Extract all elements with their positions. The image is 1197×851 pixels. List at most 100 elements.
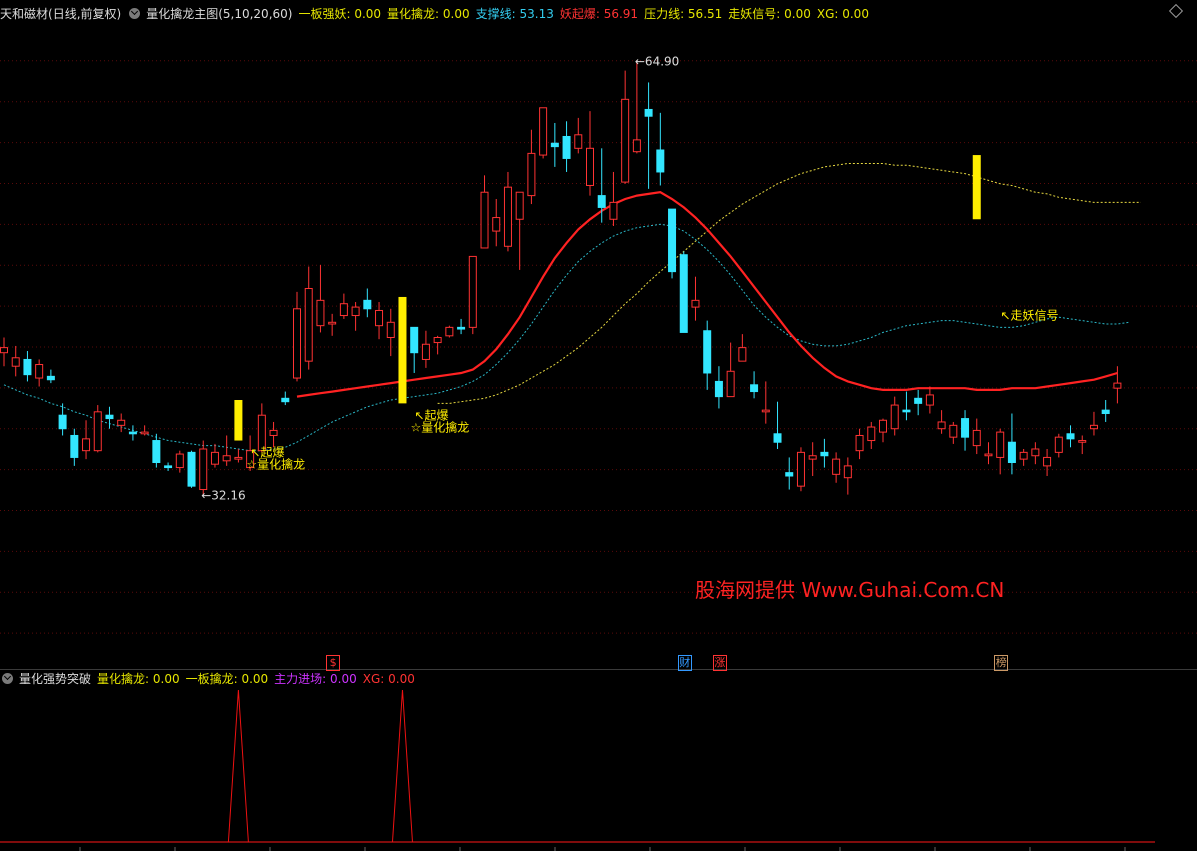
candle-body [11,357,20,367]
watermark-text: 股海网提供 Www.Guhai.Com.CN [695,578,1005,602]
candle-body [339,303,348,317]
candle-body [351,306,360,317]
candle-body [175,453,184,469]
annotation-label: ↖走妖信号 [1000,309,1058,323]
candle-body [117,419,126,426]
candle-body [996,431,1005,458]
candle-body [93,411,102,452]
candle-body [656,149,665,173]
candle-body [925,394,934,406]
sub-indicator-value-0: 量化擒龙: 0.00 [97,672,180,686]
ma-cyan-line [3,223,1130,452]
sub-peak-line [227,689,249,843]
candle-body [386,321,395,339]
signal-bar [234,400,243,441]
candle-body [222,455,231,462]
candle-body [574,134,583,149]
candle-body [210,451,219,465]
candle-body [1007,441,1016,464]
candle-body [984,453,993,457]
candle-body [152,440,161,463]
candle-body [1089,424,1098,430]
candle-body [668,208,677,273]
candle-body [714,380,723,398]
price-chart[interactable]: ↖起爆☆量化擒龙↖起爆☆量化擒龙↖走妖信号←64.90←32.16 [0,0,1197,851]
candle-body [726,370,735,398]
candle-body [562,135,571,159]
ma-yellow-line [437,163,1141,404]
candle-body [843,465,852,479]
candle-body [410,326,419,354]
signal-bar [972,155,981,220]
candle-body [867,426,876,442]
candle-body [1043,456,1052,467]
candle-body [632,139,641,153]
candle-body [105,414,114,420]
candle-body [586,147,594,186]
candle-body [35,364,44,379]
candle-body [281,397,290,403]
candle-body [70,434,79,458]
candle-body [609,201,618,220]
candle-body [785,472,794,477]
high-price-label: ←64.90 [635,54,679,68]
candle-body [527,152,536,197]
candle-body [269,429,278,436]
candle-body [503,186,512,247]
annotation-label: ☆量化擒龙 [410,419,469,434]
event-marker[interactable]: 财 [677,655,692,671]
candle-body [1078,440,1087,443]
candle-body [761,409,770,413]
candle-body [187,451,196,487]
candle-body [304,288,313,362]
candle-body [691,299,700,308]
candle-body [539,107,548,156]
candle-body [961,418,970,438]
sub-indicator-value-3: XG: 0.00 [362,672,415,686]
candle-body [445,326,454,337]
candle-body [1031,448,1040,457]
candle-body [1019,451,1028,460]
candle-body [199,448,208,491]
sub-indicator-header: 量化强势突破 量化擒龙: 0.00 一板擒龙: 0.00 主力进场: 0.00 XG: … [0,668,1197,690]
low-price-label: ←32.16 [201,489,245,503]
candle-body [164,465,173,469]
candle-body [58,414,67,430]
candle-body [363,299,372,310]
candle-body [773,433,782,443]
event-marker[interactable]: 涨 [712,655,727,671]
candle-body [550,142,559,148]
signal-bar [398,296,407,404]
candle-body [46,375,55,381]
event-marker[interactable]: $ [326,655,341,671]
candle-body [421,343,430,360]
candle-body [140,431,149,435]
candle-body [1113,382,1122,389]
candle-body [468,255,477,328]
annotation-label: ☆量化擒龙 [246,457,305,472]
candle-body [890,404,899,430]
candle-body [597,195,606,208]
candle-body [492,217,501,232]
candle-body [1101,409,1110,415]
candle-body [23,358,32,376]
chevron-down-icon[interactable] [2,673,13,684]
candle-body [738,347,747,362]
event-marker[interactable]: 榜 [994,655,1009,671]
sub-indicator-name[interactable]: 量化强势突破 [19,672,91,686]
candle-body [750,384,759,393]
candle-body [328,321,337,325]
candle-body [82,438,91,452]
candle-body [820,451,829,457]
candle-body [902,409,911,413]
candle-body [949,424,958,438]
sub-indicator-values: 量化擒龙: 0.00 一板擒龙: 0.00 主力进场: 0.00 XG: 0.00 [97,672,421,686]
candle-body [0,347,8,354]
candle-body [375,309,384,327]
candle-body [972,429,981,447]
candle-body [293,308,301,379]
candle-body [703,330,712,374]
candle-body [1054,436,1063,453]
candle-body [128,431,137,435]
candle-body [1066,433,1075,440]
